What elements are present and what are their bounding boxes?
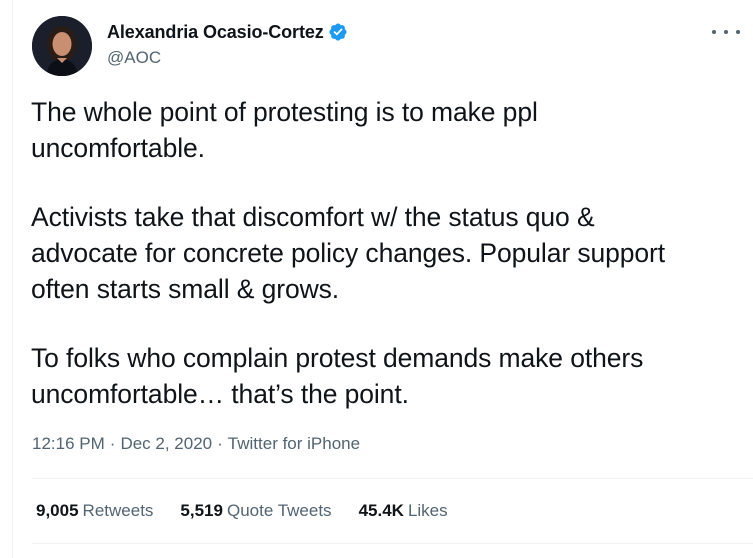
divider: [32, 543, 753, 544]
tweet-time[interactable]: 12:16 PM: [32, 434, 105, 454]
retweets-stat[interactable]: 9,005 Retweets: [36, 501, 153, 521]
retweets-count: 9,005: [36, 501, 79, 520]
retweets-label: Retweets: [82, 501, 154, 520]
likes-stat[interactable]: 45.4K Likes: [359, 501, 448, 521]
display-name[interactable]: Alexandria Ocasio-Cortez: [107, 22, 324, 43]
tweet-paragraph: Activists take that discomfort w/ the st…: [31, 202, 666, 304]
avatar-image: [32, 16, 92, 76]
separator: ·: [109, 434, 116, 453]
tweet-stats: 9,005 Retweets 5,519 Quote Tweets 45.4K Lik…: [36, 499, 475, 523]
avatar[interactable]: [32, 16, 92, 76]
tweet-paragraph: The whole point of protesting is to make…: [31, 97, 538, 163]
tweet-metadata: 12:16 PM · Dec 2, 2020 · Twitter for iPh…: [32, 432, 360, 456]
divider: [32, 478, 753, 479]
likes-label: Likes: [407, 501, 448, 520]
separator: ·: [217, 434, 223, 453]
timeline-border: [12, 0, 13, 558]
more-options-icon[interactable]: [712, 26, 740, 38]
handle[interactable]: @AOC: [107, 48, 348, 68]
name-row: Alexandria Ocasio-Cortez: [107, 20, 348, 44]
likes-count: 45.4K: [358, 501, 404, 520]
tweet-detail: Alexandria Ocasio-Cortez @AOC The whole …: [0, 0, 753, 558]
quote-tweets-label: Quote Tweets: [226, 501, 332, 520]
verified-badge-icon: [328, 22, 348, 42]
tweet-source[interactable]: Twitter for iPhone: [228, 434, 360, 454]
quote-tweets-stat[interactable]: 5,519 Quote Tweets: [180, 501, 331, 521]
tweet-paragraph: To folks who complain protest demands ma…: [31, 343, 644, 409]
quote-tweets-count: 5,519: [180, 501, 223, 520]
tweet-text: The whole point of protesting is to make…: [31, 94, 751, 412]
tweet-header: Alexandria Ocasio-Cortez @AOC: [107, 20, 348, 68]
tweet-date[interactable]: Dec 2, 2020: [120, 434, 212, 454]
